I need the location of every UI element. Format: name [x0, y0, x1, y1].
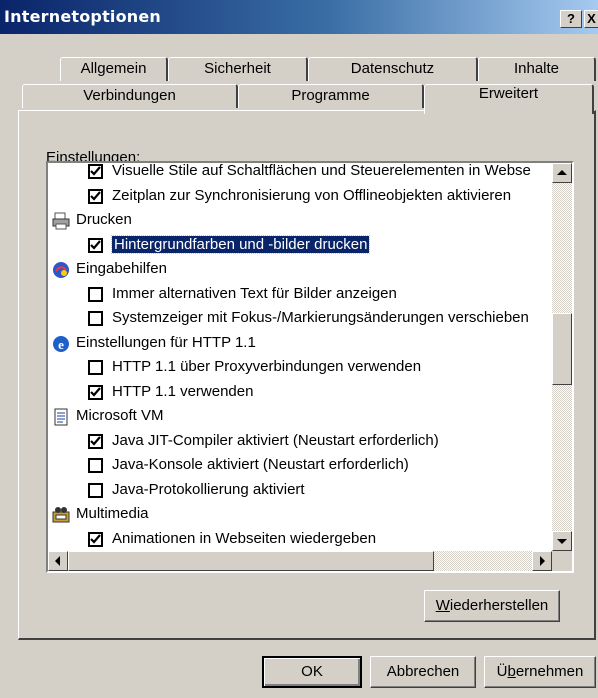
- tab-inhalte[interactable]: Inhalte: [478, 57, 596, 81]
- settings-group-label: Microsoft VM: [76, 407, 164, 424]
- checkbox-unchecked[interactable]: [88, 287, 103, 302]
- settings-option-label: Visuelle Stile auf Schaltflächen und Ste…: [112, 163, 531, 179]
- horizontal-scrollbar[interactable]: [48, 551, 552, 571]
- checkbox-checked[interactable]: [88, 238, 103, 253]
- settings-list[interactable]: Visuelle Stile auf Schaltflächen und Ste…: [46, 161, 574, 573]
- checkbox-checked[interactable]: [88, 164, 103, 179]
- svg-text:e: e: [58, 337, 64, 352]
- settings-option-label: HTTP 1.1 verwenden: [112, 383, 254, 400]
- scrollbar-corner: [552, 551, 572, 571]
- checkbox-checked[interactable]: [88, 189, 103, 204]
- apply-button[interactable]: Übernehmen: [484, 656, 596, 688]
- settings-option-label: Immer alternativen Text für Bilder anzei…: [112, 285, 397, 302]
- checkbox-checked[interactable]: [88, 434, 103, 449]
- title-bar[interactable]: Internetoptionen ? X: [0, 0, 598, 34]
- settings-option-label: Zeitplan zur Synchronisierung von Offlin…: [112, 187, 512, 204]
- ie-icon: e: [52, 335, 70, 353]
- checkbox-unchecked[interactable]: [88, 458, 103, 473]
- settings-option-label: Hintergrundfarben und -bilder drucken: [110, 235, 371, 254]
- checkbox-checked[interactable]: [88, 532, 103, 547]
- tab-sicherheit[interactable]: Sicherheit: [168, 57, 308, 81]
- restore-button[interactable]: Wiederherstellen: [424, 590, 560, 622]
- help-button[interactable]: ?: [560, 10, 582, 28]
- checkbox-unchecked[interactable]: [88, 311, 103, 326]
- settings-option-label: HTTP 1.1 über Proxyverbindungen verwende…: [112, 358, 422, 375]
- checkbox-checked[interactable]: [88, 385, 103, 400]
- scroll-left-button[interactable]: [48, 551, 68, 571]
- scroll-down-button[interactable]: [552, 531, 572, 551]
- horizontal-scroll-thumb[interactable]: [68, 551, 434, 571]
- vertical-scrollbar[interactable]: [552, 163, 572, 551]
- settings-group-label: Multimedia: [76, 505, 149, 522]
- tab-datenschutz[interactable]: Datenschutz: [308, 57, 478, 81]
- ok-button[interactable]: OK: [262, 656, 362, 688]
- document-icon: [52, 408, 70, 426]
- vertical-scroll-thumb[interactable]: [552, 313, 572, 385]
- settings-group-label: Eingabehilfen: [76, 260, 167, 277]
- tab-programme[interactable]: Programme: [238, 84, 424, 108]
- scroll-up-button[interactable]: [552, 163, 572, 183]
- settings-group-label: Drucken: [76, 211, 132, 228]
- settings-option-label: Java JIT-Compiler aktiviert (Neustart er…: [112, 432, 439, 449]
- settings-option-label: Java-Protokollierung aktiviert: [112, 481, 305, 498]
- multimedia-icon: [52, 506, 70, 524]
- close-button[interactable]: X: [584, 10, 598, 28]
- internet-options-dialog: Internetoptionen ? X Allgemein Sicherhei…: [0, 0, 598, 698]
- printer-icon: [52, 212, 70, 230]
- cancel-button[interactable]: Abbrechen: [370, 656, 476, 688]
- checkbox-unchecked[interactable]: [88, 360, 103, 375]
- tab-verbindungen[interactable]: Verbindungen: [22, 84, 238, 108]
- tab-erweitert[interactable]: Erweitert: [424, 84, 594, 114]
- checkbox-unchecked[interactable]: [88, 483, 103, 498]
- scroll-right-button[interactable]: [532, 551, 552, 571]
- settings-list-content: Visuelle Stile auf Schaltflächen und Ste…: [48, 163, 552, 551]
- settings-option-label: Systemzeiger mit Fokus-/Markierungsänder…: [112, 309, 529, 326]
- tab-allgemein[interactable]: Allgemein: [60, 57, 168, 81]
- settings-option-label: Animationen in Webseiten wiedergeben: [112, 530, 377, 547]
- window-title: Internetoptionen: [4, 7, 162, 26]
- settings-group-label: Einstellungen für HTTP 1.1: [76, 334, 256, 351]
- accessibility-icon: [52, 261, 70, 279]
- settings-option-label: Java-Konsole aktiviert (Neustart erforde…: [112, 456, 409, 473]
